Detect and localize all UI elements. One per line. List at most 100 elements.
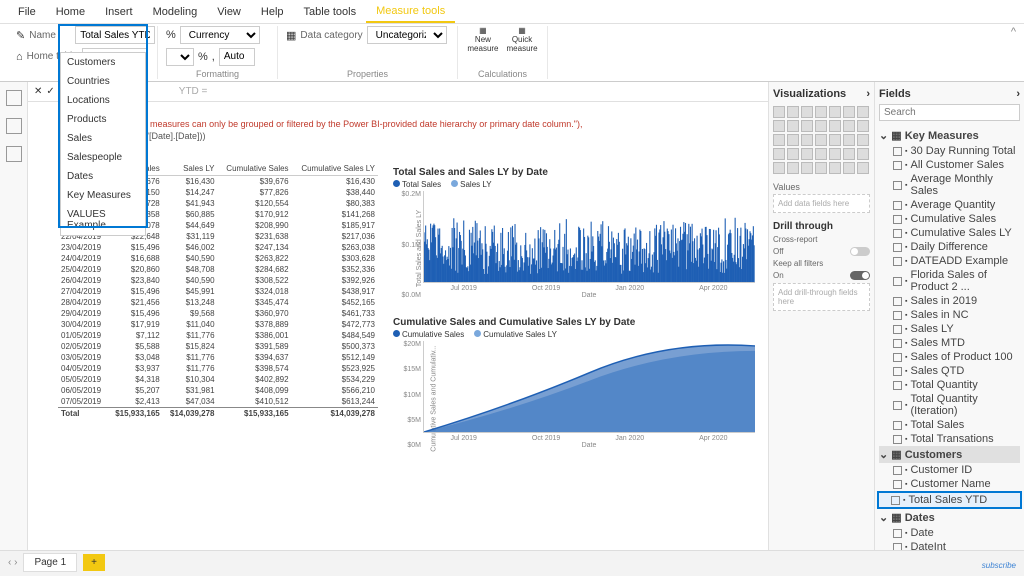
add-page-button[interactable]: + <box>83 554 105 571</box>
table-row[interactable]: 28/04/2019$21,456$13,248$345,474$452,165 <box>58 297 378 308</box>
menu-help[interactable]: Help <box>251 2 294 22</box>
viz-type-icon[interactable] <box>843 120 855 132</box>
table-row[interactable]: 29/04/2019$15,496$9,568$360,970$461,733 <box>58 308 378 319</box>
currency-symbol-select[interactable]: $ <box>166 48 194 66</box>
comma-button[interactable]: , <box>212 51 215 63</box>
dropdown-option[interactable]: Dates <box>61 167 145 186</box>
field-item[interactable]: ▪30 Day Running Total <box>879 144 1020 158</box>
table-row[interactable]: 23/04/2019$15,496$46,002$247,134$263,038 <box>58 242 378 253</box>
viz-type-icon[interactable] <box>801 134 813 146</box>
new-measure-button[interactable]: ▦New measure <box>467 26 498 53</box>
dropdown-option[interactable]: Sales <box>61 129 145 148</box>
fields-search-input[interactable] <box>879 104 1020 121</box>
field-item[interactable]: ▪Daily Difference <box>879 240 1020 254</box>
field-table-header[interactable]: ⌄ ▦ Customers <box>879 446 1020 463</box>
table-row[interactable]: 26/04/2019$23,840$40,590$308,522$392,926 <box>58 275 378 286</box>
viz-type-icon[interactable] <box>843 106 855 118</box>
viz-type-icon[interactable] <box>829 148 841 160</box>
field-item[interactable]: ▪Total Transations <box>879 432 1020 446</box>
viz-type-icon[interactable] <box>773 120 785 132</box>
viz-type-icon[interactable] <box>801 106 813 118</box>
formula-check-icon[interactable]: ✓ <box>46 86 54 97</box>
model-view-icon[interactable] <box>6 146 22 162</box>
decimals-input[interactable] <box>219 48 255 66</box>
formula-close-icon[interactable]: ✕ <box>34 86 42 97</box>
field-item[interactable]: ▪All Customer Sales <box>879 158 1020 172</box>
field-item[interactable]: ▪Customer ID <box>879 463 1020 477</box>
table-row[interactable]: 01/05/2019$7,112$11,776$386,001$484,549 <box>58 330 378 341</box>
viz-type-icon[interactable] <box>843 162 855 174</box>
viz-type-icon[interactable] <box>829 134 841 146</box>
menu-view[interactable]: View <box>207 2 251 22</box>
field-item[interactable]: ▪Total Sales YTD <box>877 491 1022 509</box>
field-item[interactable]: ▪Date <box>879 526 1020 540</box>
viz-type-icon[interactable] <box>801 148 813 160</box>
table-row[interactable]: 03/05/2019$3,048$11,776$394,637$512,149 <box>58 352 378 363</box>
viz-type-icon[interactable] <box>787 134 799 146</box>
table-row[interactable]: 05/05/2019$4,318$10,304$402,892$534,229 <box>58 374 378 385</box>
data-view-icon[interactable] <box>6 118 22 134</box>
field-item[interactable]: ▪Sales MTD <box>879 336 1020 350</box>
table-row[interactable]: 07/05/2019$2,413$47,034$410,512$613,244 <box>58 396 378 408</box>
viz-type-icon[interactable] <box>815 120 827 132</box>
table-row[interactable]: 24/04/2019$16,688$40,590$263,822$303,628 <box>58 253 378 264</box>
field-item[interactable]: ▪Florida Sales of Product 2 ... <box>879 268 1020 294</box>
table-row[interactable]: 04/05/2019$3,937$11,776$398,574$523,925 <box>58 363 378 374</box>
viz-type-icon[interactable] <box>815 106 827 118</box>
field-item[interactable]: ▪Total Quantity <box>879 378 1020 392</box>
viz-type-icon[interactable] <box>843 134 855 146</box>
viz-type-icon[interactable] <box>787 106 799 118</box>
table-row[interactable]: 30/04/2019$17,919$11,040$378,889$472,773 <box>58 319 378 330</box>
viz-type-icon[interactable] <box>815 148 827 160</box>
field-item[interactable]: ▪Sales of Product 100 <box>879 350 1020 364</box>
values-field-well[interactable]: Add data fields here <box>773 194 870 213</box>
field-item[interactable]: ▪DATEADD Example <box>879 254 1020 268</box>
viz-type-icon[interactable] <box>829 162 841 174</box>
measure-name-input[interactable] <box>75 26 155 44</box>
chevron-right-icon[interactable]: › <box>866 88 870 100</box>
dropdown-option[interactable]: Salespeople <box>61 148 145 167</box>
field-item[interactable]: ▪Total Sales <box>879 418 1020 432</box>
chevron-right-icon[interactable]: › <box>1016 88 1020 100</box>
dropdown-option[interactable]: Key Measures <box>61 186 145 205</box>
viz-type-icon[interactable] <box>787 162 799 174</box>
quick-measure-button[interactable]: ▦Quick measure <box>507 26 538 53</box>
viz-type-icon[interactable] <box>815 134 827 146</box>
field-item[interactable]: ▪Average Quantity <box>879 198 1020 212</box>
field-item[interactable]: ▪Sales LY <box>879 322 1020 336</box>
percent-button[interactable]: % <box>198 51 208 63</box>
formula-editor[interactable]: ED'Dates'[Date]), ime intelligence quick… <box>58 102 760 146</box>
viz-type-icon[interactable] <box>843 148 855 160</box>
menu-insert[interactable]: Insert <box>95 2 143 22</box>
viz-type-icon[interactable] <box>801 120 813 132</box>
dropdown-option[interactable]: Customers <box>61 53 145 72</box>
table-row[interactable]: 06/05/2019$5,207$31,981$408,099$566,210 <box>58 385 378 396</box>
viz-type-icon[interactable] <box>815 162 827 174</box>
page-tab[interactable]: Page 1 <box>23 553 77 572</box>
viz-type-icon[interactable] <box>857 134 869 146</box>
viz-type-icon[interactable] <box>773 134 785 146</box>
field-item[interactable]: ▪DateInt <box>879 540 1020 550</box>
dropdown-option[interactable]: VALUES Example <box>61 205 145 235</box>
viz-type-icon[interactable] <box>773 148 785 160</box>
report-view-icon[interactable] <box>6 90 22 106</box>
field-item[interactable]: ▪Customer Name <box>879 477 1020 491</box>
viz-type-icon[interactable] <box>829 120 841 132</box>
viz-type-icon[interactable] <box>773 162 785 174</box>
menu-file[interactable]: File <box>8 2 46 22</box>
ribbon-collapse-icon[interactable]: ^ <box>1011 26 1016 38</box>
drill-through-well[interactable]: Add drill-through fields here <box>773 283 870 311</box>
column-chart-visual[interactable]: Total Sales and Sales LY by Date Total S… <box>388 162 760 304</box>
field-item[interactable]: ▪Average Monthly Sales <box>879 172 1020 198</box>
viz-type-icon[interactable] <box>787 120 799 132</box>
field-item[interactable]: ▪Total Quantity (Iteration) <box>879 392 1020 418</box>
viz-type-icon[interactable] <box>773 106 785 118</box>
field-item[interactable]: ▪Sales in NC <box>879 308 1020 322</box>
area-chart-visual[interactable]: Cumulative Sales and Cumulative Sales LY… <box>388 312 760 454</box>
field-table-header[interactable]: ⌄ ▦ Key Measures <box>879 127 1020 144</box>
viz-type-icon[interactable] <box>857 106 869 118</box>
dropdown-option[interactable]: Locations <box>61 91 145 110</box>
viz-type-icon[interactable] <box>857 148 869 160</box>
menu-home[interactable]: Home <box>46 2 95 22</box>
cross-report-toggle[interactable] <box>850 247 870 256</box>
